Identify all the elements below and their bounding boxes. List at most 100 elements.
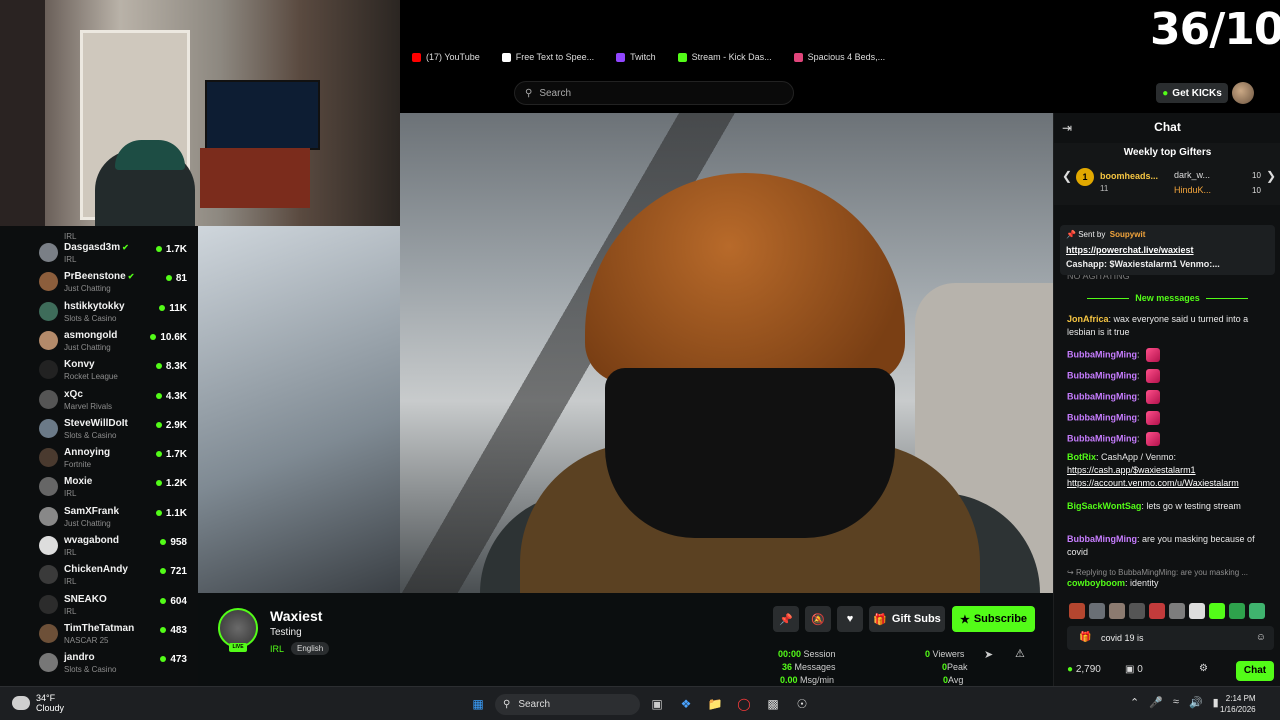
- gifter-name[interactable]: HinduK...: [1174, 185, 1211, 195]
- sidebar-item[interactable]: wvagabond IRL 958: [0, 533, 198, 562]
- bookmark-spacious-beds[interactable]: Spacious 4 Beds,...: [793, 52, 885, 62]
- emote-icon[interactable]: [1129, 603, 1145, 619]
- emote-icon[interactable]: [1069, 603, 1085, 619]
- report-icon[interactable]: ⚠: [1015, 647, 1025, 660]
- chat-message: cowboyboom: identity: [1067, 578, 1159, 588]
- chat-username[interactable]: BubbaMingMing: [1067, 349, 1137, 359]
- emote-icon[interactable]: [1229, 603, 1245, 619]
- gifter-name[interactable]: dark_w...: [1174, 170, 1210, 180]
- emote-icon[interactable]: [1209, 603, 1225, 619]
- peak-stat: 0Peak: [942, 662, 968, 672]
- live-dot: [155, 421, 162, 428]
- sidebar-item[interactable]: xQc Marvel Rivals 4.3K: [0, 387, 198, 416]
- sidebar-item[interactable]: jandro Slots & Casino 473: [0, 650, 198, 679]
- send-chat-button[interactable]: Chat: [1236, 661, 1274, 681]
- chat-input[interactable]: 🎁 covid 19 is ☺: [1067, 626, 1274, 650]
- notifications-button[interactable]: 🔕: [805, 606, 831, 632]
- kicks-balance: ● 2,790: [1067, 664, 1101, 675]
- sidebar-item-category: IRL: [64, 489, 77, 499]
- sidebar-item[interactable]: SNEAKO IRL 604: [0, 592, 198, 621]
- emote-icon[interactable]: [1249, 603, 1265, 619]
- video-player[interactable]: [400, 113, 1053, 593]
- bookmark-youtube[interactable]: (17) YouTube: [412, 52, 480, 62]
- live-dot: [160, 626, 167, 633]
- chat-username[interactable]: BigSackWontSag: [1067, 501, 1141, 511]
- streamer-name[interactable]: Waxiest: [270, 608, 322, 624]
- emote-icon[interactable]: [1169, 603, 1185, 619]
- viewer-count: 721: [160, 566, 187, 577]
- chat-username[interactable]: BubbaMingMing: [1067, 433, 1137, 443]
- bookmark-kick-dashboard[interactable]: Stream - Kick Das...: [677, 52, 772, 62]
- pin-button[interactable]: 📌: [773, 606, 799, 632]
- wifi-icon[interactable]: ≈: [1173, 696, 1179, 709]
- emote-icon[interactable]: [1109, 603, 1125, 619]
- chat-link[interactable]: https://cash.app/$waxiestalarm1: [1067, 465, 1196, 475]
- chat-username[interactable]: BotRix: [1067, 452, 1096, 462]
- chevron-up-icon[interactable]: ⌃: [1130, 696, 1139, 709]
- sidebar-item[interactable]: SamXFrank Just Chatting 1.1K: [0, 504, 198, 533]
- verified-icon: ✔: [122, 243, 129, 252]
- gift-icon[interactable]: 🎁: [1079, 632, 1091, 643]
- sidebar-item-name: Dasgasd3m ✔: [64, 242, 129, 253]
- search-icon: ⚲: [503, 699, 511, 710]
- sidebar-item[interactable]: Moxie IRL 1.2K: [0, 474, 198, 503]
- sidebar-item[interactable]: asmongold Just Chatting 10.6K: [0, 328, 198, 357]
- bookmark-text-to-speech[interactable]: Free Text to Spee...: [501, 52, 594, 62]
- weather-widget[interactable]: 34°F Cloudy: [12, 693, 64, 713]
- viewer-count: 1.1K: [155, 508, 187, 519]
- get-kicks-button[interactable]: ● Get KICKs: [1156, 83, 1228, 103]
- search-input[interactable]: ⚲ Search: [514, 81, 794, 105]
- taskbar-clock[interactable]: 2:14 PM 1/16/2026: [1220, 693, 1256, 715]
- emote-icon[interactable]: [1149, 603, 1165, 619]
- sidebar-item[interactable]: Dasgasd3m ✔ IRL 1.7K: [0, 240, 198, 269]
- emote-icon[interactable]: [1189, 603, 1205, 619]
- chat-username[interactable]: BubbaMingMing: [1067, 412, 1137, 422]
- user-avatar[interactable]: [1232, 82, 1254, 104]
- chat-username[interactable]: BubbaMingMing: [1067, 370, 1137, 380]
- live-dot: [160, 539, 167, 545]
- stream-category[interactable]: IRL: [270, 644, 284, 654]
- pinned-message[interactable]: 📌 Sent by Soupywit https://powerchat.liv…: [1060, 225, 1275, 275]
- sidebar-item[interactable]: SteveWillDoIt Slots & Casino 2.9K: [0, 416, 198, 445]
- follow-button[interactable]: ♥: [837, 606, 863, 632]
- taskbar-search[interactable]: ⚲ Search: [495, 694, 640, 715]
- gifter-name[interactable]: boomheads...: [1100, 171, 1158, 181]
- opera-icon[interactable]: ◯: [734, 694, 754, 714]
- subscribe-button[interactable]: ★ Subscribe: [952, 606, 1035, 632]
- volume-icon[interactable]: 🔊: [1189, 696, 1203, 709]
- windows-start-icon[interactable]: ▦: [468, 694, 488, 714]
- mic-icon[interactable]: 🎤: [1149, 696, 1163, 709]
- emote-icon: [1146, 369, 1160, 383]
- streamer-avatar[interactable]: [218, 608, 258, 648]
- settings-icon[interactable]: ⚙: [1199, 663, 1208, 674]
- sidebar-item[interactable]: hstikkytokky Slots & Casino 11K: [0, 299, 198, 328]
- sidebar-item-name: hstikkytokky: [64, 300, 125, 312]
- chevron-right-icon[interactable]: ❯: [1266, 169, 1276, 183]
- emote-icon: [1146, 348, 1160, 362]
- pinned-link[interactable]: https://powerchat.live/waxiest: [1066, 245, 1194, 255]
- avatar: [39, 565, 58, 585]
- emote-icon[interactable]: [1089, 603, 1105, 619]
- sidebar-item[interactable]: ChickenAndy IRL 721: [0, 562, 198, 591]
- chat-username[interactable]: BubbaMingMing: [1067, 534, 1137, 544]
- copilot-icon[interactable]: ❖: [676, 694, 696, 714]
- chat-link[interactable]: https://account.venmo.com/u/Waxiestalarm: [1067, 478, 1239, 488]
- obs-icon[interactable]: ☉: [792, 694, 812, 714]
- share-icon[interactable]: ➤: [984, 648, 993, 661]
- sidebar-item[interactable]: TimTheTatman NASCAR 25 483: [0, 621, 198, 650]
- chevron-left-icon[interactable]: ❮: [1062, 169, 1072, 183]
- chat-username[interactable]: JonAfrica: [1067, 314, 1109, 324]
- file-explorer-icon[interactable]: 📁: [705, 694, 725, 714]
- sidebar-item[interactable]: Konvy Rocket League 8.3K: [0, 357, 198, 386]
- viewer-count: 2.9K: [155, 420, 187, 431]
- new-messages-divider: New messages: [1054, 293, 1280, 303]
- battery-icon[interactable]: ▮: [1213, 696, 1219, 709]
- sidebar-item[interactable]: Annoying Fortnite 1.7K: [0, 445, 198, 474]
- gift-subs-button[interactable]: 🎁 Gift Subs: [869, 606, 945, 632]
- sidebar-item[interactable]: PrBeenstone ✔ Just Chatting 81: [0, 269, 198, 298]
- bookmark-twitch[interactable]: Twitch: [616, 52, 656, 62]
- chat-username[interactable]: BubbaMingMing: [1067, 391, 1137, 401]
- task-view-icon[interactable]: ▣: [647, 694, 667, 714]
- store-icon[interactable]: ▩: [763, 694, 783, 714]
- emoji-icon[interactable]: ☺: [1256, 632, 1266, 643]
